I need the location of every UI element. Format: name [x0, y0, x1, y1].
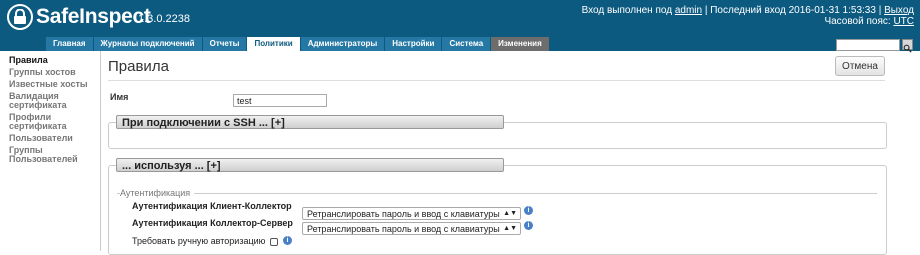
sidebar-item-0[interactable]: Правила [0, 56, 100, 65]
nav-tab-4[interactable]: Администраторы [300, 37, 385, 51]
ssh-panel-toggle[interactable]: При подключении с SSH ... [+] [116, 115, 504, 129]
auth-server-label: Аутентификация Коллектор-Сервер [132, 218, 293, 228]
nav-tab-3[interactable]: Политики [247, 37, 300, 51]
search-button[interactable] [902, 39, 913, 53]
auth-fieldset-line [117, 193, 877, 194]
nav-tab-1[interactable]: Журналы подключений [93, 37, 202, 51]
app-logo-text: SafeInspect [36, 5, 151, 28]
user-link[interactable]: admin [675, 5, 702, 16]
last-login-text: | Последний вход 2016-01-31 1:53:33 | [702, 5, 885, 16]
cancel-button[interactable]: Отмена [835, 56, 885, 76]
using-panel-toggle[interactable]: ... используя ... [+] [116, 158, 504, 172]
page-title: Правила [108, 58, 169, 75]
auth-server-select[interactable]: Ретранслировать пароль и ввод с клавиату… [302, 222, 521, 235]
info-icon[interactable]: i [283, 236, 292, 245]
sidebar-item-2[interactable]: Известные хосты [0, 80, 100, 89]
app-header: SafeInspect 1.3.0.2238 Вход выполнен под… [0, 0, 920, 37]
sidebar-item-1[interactable]: Группы хостов [0, 68, 100, 77]
manual-auth-label: Требовать ручную авторизацию [132, 236, 266, 246]
using-panel: ... используя ... [+] Аутентификация Аут… [108, 158, 887, 255]
auth-client-label: Аутентификация Клиент-Коллектор [132, 201, 292, 211]
title-divider [108, 80, 885, 81]
search-input[interactable] [836, 39, 900, 51]
ssh-panel: При подключении с SSH ... [+] [108, 115, 887, 149]
nav-tab-2[interactable]: Отчеты [202, 37, 247, 51]
manual-auth-checkbox[interactable] [270, 238, 278, 246]
timezone-link[interactable]: UTC [893, 16, 914, 27]
search-icon [903, 44, 912, 53]
logout-link[interactable]: Выход [884, 5, 914, 16]
sidebar-item-3[interactable]: Валидация сертификата [0, 92, 100, 110]
login-prefix: Вход выполнен под [581, 5, 675, 16]
name-label: Имя [110, 92, 129, 102]
sidebar-item-5[interactable]: Пользователи [0, 134, 100, 143]
select-arrows-icon: ▲▼ [503, 210, 517, 217]
auth-server-select-value: Ретранслировать пароль и ввод с клавиату… [307, 224, 500, 234]
nav-tab-6[interactable]: Система [442, 37, 491, 51]
main-nav: Главная Журналы подключений Отчеты Политики… [0, 37, 920, 53]
auth-client-select[interactable]: Ретранслировать пароль и ввод с клавиату… [302, 207, 521, 220]
nav-tabs: Главная Журналы подключений Отчеты Политики… [46, 37, 550, 51]
logo-lock-icon [7, 4, 33, 30]
sidebar-item-6[interactable]: Группы Пользователей [0, 146, 100, 164]
name-input[interactable]: test [233, 94, 327, 107]
login-info: Вход выполнен под admin | Последний вход… [582, 5, 914, 27]
sidebar: Правила Группы хостов Известные хосты Валид… [0, 56, 100, 167]
nav-tab-7[interactable]: Изменения [491, 37, 549, 51]
timezone-label: Часовой пояс: [824, 16, 894, 27]
auth-client-select-value: Ретранслировать пароль и ввод с клавиату… [307, 209, 500, 219]
select-arrows-icon: ▲▼ [503, 225, 517, 232]
nav-tab-0[interactable]: Главная [46, 37, 93, 51]
sidebar-item-4[interactable]: Профили сертификата [0, 113, 100, 131]
info-icon[interactable]: i [524, 221, 533, 230]
auth-legend: Аутентификация [120, 188, 195, 198]
app-version: 1.3.0.2238 [138, 13, 190, 25]
sidebar-divider [100, 51, 101, 251]
nav-tab-5[interactable]: Настройки [385, 37, 442, 51]
info-icon[interactable]: i [524, 206, 533, 215]
